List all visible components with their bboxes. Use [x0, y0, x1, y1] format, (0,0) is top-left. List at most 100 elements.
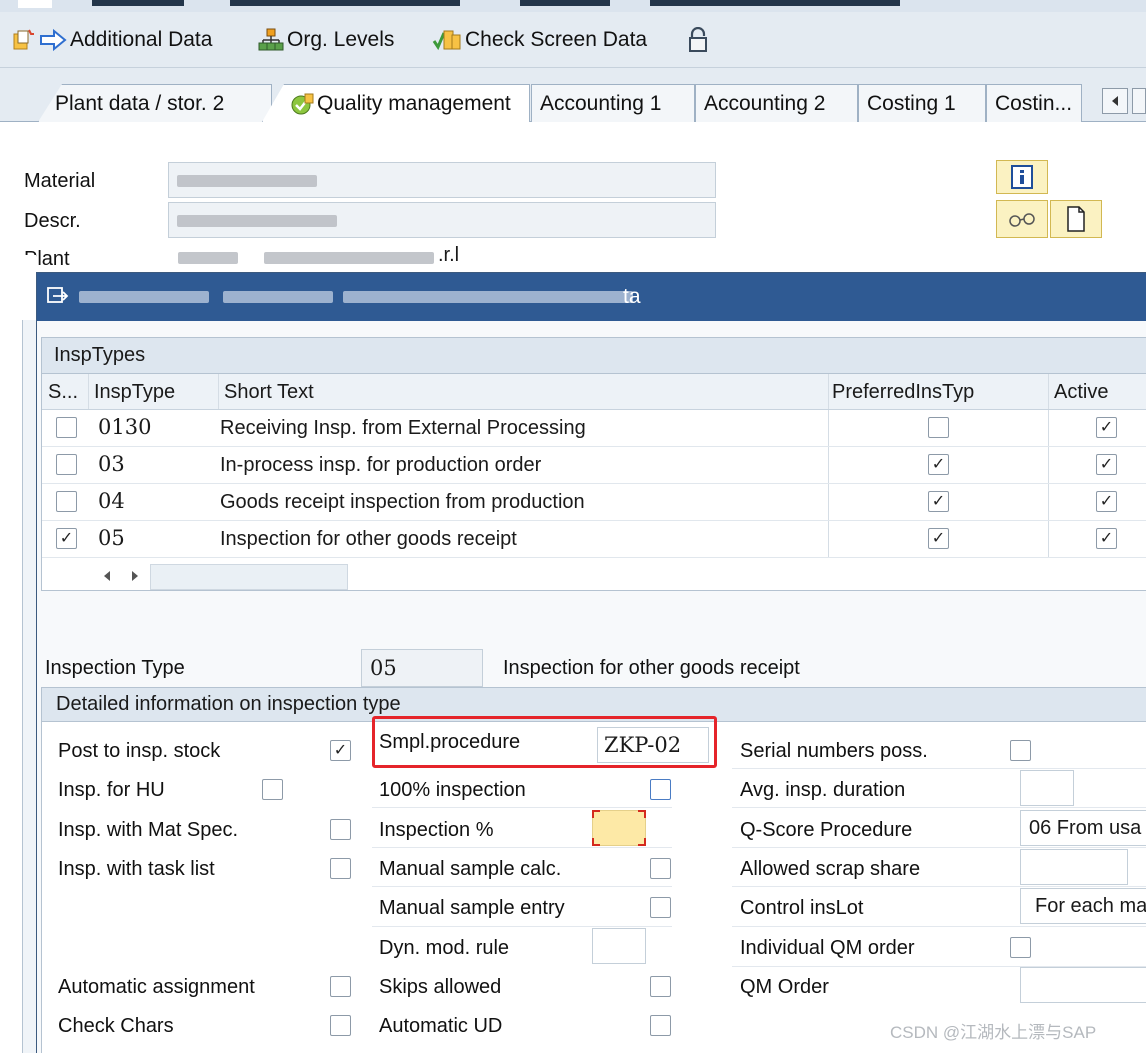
- preferred-checkbox[interactable]: ✓: [928, 528, 949, 549]
- inspection-percent-label: Inspection %: [379, 819, 494, 841]
- active-checkbox[interactable]: ✓: [1096, 491, 1117, 512]
- plant-name-suffix: .r.l: [438, 244, 460, 266]
- tab-quality-management[interactable]: Quality management: [262, 84, 530, 122]
- scroll-right-icon[interactable]: [130, 570, 140, 582]
- tab-accounting-1[interactable]: Accounting 1: [531, 84, 695, 122]
- glasses-icon: [1009, 213, 1035, 227]
- tab-costing-1[interactable]: Costing 1: [858, 84, 986, 122]
- tab-accounting-2[interactable]: Accounting 2: [695, 84, 858, 122]
- col-header-active[interactable]: Active: [1054, 381, 1108, 404]
- q-score-procedure-dropdown[interactable]: 06 From usa: [1020, 810, 1146, 846]
- tab-costing-2[interactable]: Costin...: [986, 84, 1082, 122]
- post-to-insp-stock-checkbox[interactable]: ✓: [330, 740, 351, 761]
- lock-button[interactable]: [688, 26, 711, 54]
- inspection-percent-field[interactable]: [592, 810, 646, 846]
- qm-order-label: QM Order: [740, 976, 829, 998]
- scroll-thumb[interactable]: [150, 564, 348, 590]
- dialog-window-icon: [47, 287, 69, 303]
- check-chars-checkbox[interactable]: [330, 1015, 351, 1036]
- tab-plant-data-stor-2[interactable]: Plant data / stor. 2: [38, 84, 272, 122]
- smpl-procedure-label: Smpl.procedure: [379, 731, 521, 753]
- additional-data-label: Additional Data: [70, 28, 213, 51]
- row-select-checkbox[interactable]: [56, 417, 77, 438]
- org-structure-icon: [258, 28, 284, 51]
- table-horizontal-scrollbar[interactable]: [42, 558, 1146, 592]
- automatic-assignment-checkbox[interactable]: [330, 976, 351, 997]
- preferred-checkbox[interactable]: ✓: [928, 491, 949, 512]
- row-select-checkbox[interactable]: [56, 454, 77, 475]
- active-checkbox[interactable]: ✓: [1096, 528, 1117, 549]
- insp-types-table: InspTypes S... InspType Short Text Prefe…: [41, 337, 1146, 591]
- material-header: Material Descr. Plant .r.l: [0, 122, 1146, 282]
- active-checkbox[interactable]: ✓: [1096, 454, 1117, 475]
- smpl-procedure-value: ZKP-02: [604, 733, 682, 757]
- active-checkbox[interactable]: ✓: [1096, 417, 1117, 438]
- insp-for-hu-checkbox[interactable]: [262, 779, 283, 800]
- dialog-title-bar: ta: [37, 273, 1146, 321]
- preferred-checkbox[interactable]: [928, 417, 949, 438]
- manual-sample-calc-checkbox[interactable]: [650, 858, 671, 879]
- row-select-checkbox[interactable]: ✓: [56, 528, 77, 549]
- tab-label: Accounting 1: [540, 91, 662, 115]
- display-button[interactable]: [996, 200, 1048, 238]
- sampling-procedure-highlight: Smpl.procedure ZKP-02: [372, 716, 717, 768]
- col-header-preferred[interactable]: PreferredInsTyp: [832, 381, 974, 404]
- arrow-right-icon: [40, 28, 67, 52]
- info-button[interactable]: [996, 160, 1048, 194]
- serial-numbers-checkbox[interactable]: [1010, 740, 1031, 761]
- control-inslot-dropdown[interactable]: For each ma: [1020, 888, 1146, 924]
- insp-type-code: 05: [98, 526, 125, 550]
- additional-data-button[interactable]: Additional Data: [12, 26, 212, 54]
- dyn-mod-rule-field[interactable]: [592, 928, 646, 964]
- plant-qm-dialog: ta InspTypes S... InspType Short Text Pr…: [36, 272, 1146, 1053]
- table-row[interactable]: 03 In-process insp. for production order…: [42, 447, 1146, 484]
- avg-insp-duration-field[interactable]: [1020, 770, 1074, 806]
- automatic-ud-checkbox[interactable]: [650, 1015, 671, 1036]
- new-page-button[interactable]: [1050, 200, 1102, 238]
- skips-allowed-checkbox[interactable]: [650, 976, 671, 997]
- manual-sample-entry-checkbox[interactable]: [650, 897, 671, 918]
- org-levels-button[interactable]: Org. Levels: [258, 26, 394, 54]
- table-row[interactable]: ✓ 05 Inspection for other goods receipt …: [42, 521, 1146, 558]
- insp-types-table-title: InspTypes: [42, 338, 1146, 374]
- table-row[interactable]: 04 Goods receipt inspection from product…: [42, 484, 1146, 521]
- col-header-insptype[interactable]: InspType: [94, 381, 175, 404]
- col-header-selection[interactable]: S...: [48, 381, 78, 404]
- individual-qm-order-label: Individual QM order: [740, 937, 915, 959]
- table-row[interactable]: 0130 Receiving Insp. from External Proce…: [42, 410, 1146, 447]
- check-screen-data-label: Check Screen Data: [465, 28, 648, 51]
- descr-field[interactable]: [168, 202, 716, 238]
- scroll-left-icon[interactable]: [102, 570, 112, 582]
- insp-type-text: Goods receipt inspection from production: [220, 491, 585, 513]
- background-screen-edge: [0, 255, 36, 1053]
- blank-document-icon: [1067, 206, 1085, 232]
- insp-with-task-list-checkbox[interactable]: [330, 858, 351, 879]
- insp-type-text: Inspection for other goods receipt: [220, 528, 517, 550]
- dialog-body: InspTypes S... InspType Short Text Prefe…: [37, 321, 1146, 1053]
- new-document-icon: [13, 29, 34, 50]
- csdn-watermark: CSDN @江湖水上漂与SAP: [890, 1023, 1097, 1042]
- plant-field: .r.l: [168, 240, 716, 276]
- individual-qm-order-checkbox[interactable]: [1010, 937, 1031, 958]
- tab-scroll-left-button[interactable]: [1102, 88, 1128, 114]
- col-header-short-text[interactable]: Short Text: [224, 381, 314, 404]
- window-title-bar: [0, 0, 1146, 12]
- avg-insp-duration-label: Avg. insp. duration: [740, 779, 906, 801]
- control-inslot-label: Control insLot: [740, 897, 864, 919]
- tab-scroll-right-button[interactable]: [1132, 88, 1146, 114]
- allowed-scrap-field[interactable]: [1020, 849, 1128, 885]
- qm-order-field[interactable]: [1020, 967, 1146, 1003]
- material-field[interactable]: [168, 162, 716, 198]
- preferred-checkbox[interactable]: ✓: [928, 454, 949, 475]
- table-header: S... InspType Short Text PreferredInsTyp…: [42, 374, 1146, 410]
- material-label: Material: [24, 170, 96, 192]
- full-inspection-checkbox[interactable]: [650, 779, 671, 800]
- dyn-mod-rule-label: Dyn. mod. rule: [379, 937, 510, 959]
- tab-label: Accounting 2: [704, 91, 826, 115]
- smpl-procedure-field[interactable]: ZKP-02: [597, 727, 709, 763]
- check-screen-data-button[interactable]: Check Screen Data: [432, 26, 647, 54]
- tab-strip: Plant data / stor. 2 Quality management …: [0, 68, 1146, 122]
- skips-allowed-label: Skips allowed: [379, 976, 502, 998]
- row-select-checkbox[interactable]: [56, 491, 77, 512]
- insp-with-mat-spec-checkbox[interactable]: [330, 819, 351, 840]
